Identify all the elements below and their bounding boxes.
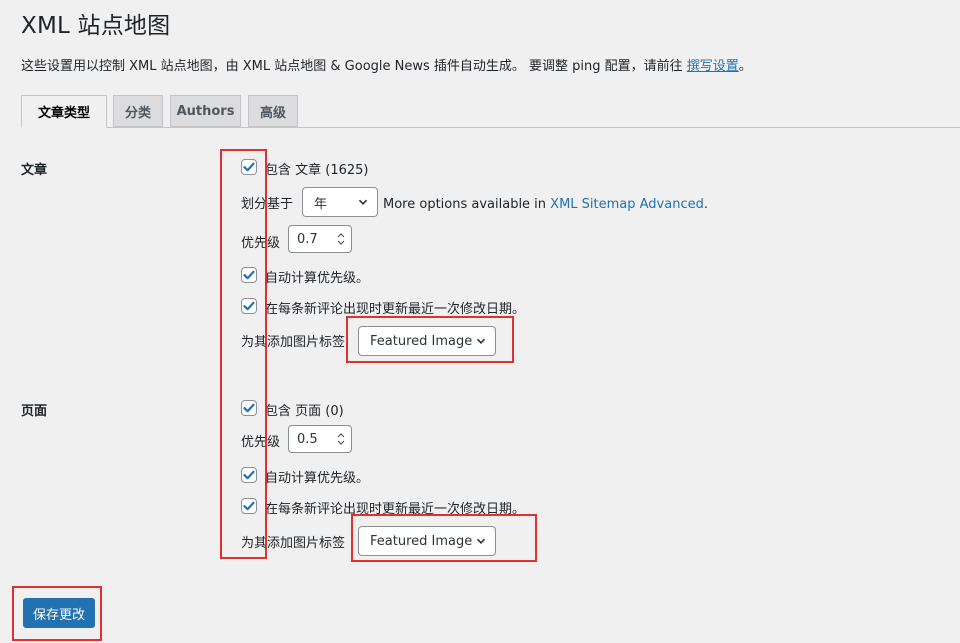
- pages-section-heading: 页面: [21, 404, 48, 419]
- checkmark-icon: [243, 403, 255, 413]
- save-changes-button[interactable]: 保存更改: [23, 598, 95, 628]
- pages-update-lastmod-checkbox[interactable]: [241, 498, 257, 514]
- tab-authors[interactable]: Authors: [170, 95, 241, 127]
- checkmark-icon: [243, 470, 255, 480]
- tab-advanced[interactable]: 高级: [248, 95, 298, 127]
- pages-image-tag-label: 为其添加图片标签: [241, 536, 346, 551]
- chevron-down-icon: [476, 538, 486, 544]
- pages-auto-priority-label: 自动计算优先级。: [265, 471, 370, 486]
- xml-sitemap-advanced-link[interactable]: XML Sitemap Advanced: [550, 197, 704, 212]
- pages-auto-priority-checkbox[interactable]: [241, 467, 257, 483]
- pages-image-tag-value: Featured Image: [370, 533, 473, 549]
- posts-priority-value: 0.7: [297, 231, 318, 247]
- posts-auto-priority-label: 自动计算优先级。: [265, 271, 370, 286]
- pages-image-tag-select[interactable]: Featured Image: [358, 526, 496, 556]
- pages-priority-input[interactable]: 0.5: [288, 425, 352, 453]
- posts-split-value: 年: [314, 196, 328, 212]
- checkmark-icon: [243, 162, 255, 172]
- description-text: 这些设置用以控制 XML 站点地图，由 XML 站点地图 & Google Ne…: [21, 59, 687, 74]
- spinner-arrows-icon[interactable]: [335, 430, 347, 448]
- chevron-down-icon: [358, 199, 368, 205]
- checkmark-icon: [243, 501, 255, 511]
- posts-update-lastmod-checkbox[interactable]: [241, 298, 257, 314]
- posts-update-lastmod-label: 在每条新评论出现时更新最近一次修改日期。: [265, 302, 526, 317]
- posts-priority-label: 优先级: [241, 236, 281, 251]
- posts-image-tag-value: Featured Image: [370, 333, 473, 349]
- pages-update-lastmod-label: 在每条新评论出现时更新最近一次修改日期。: [265, 502, 526, 517]
- pages-priority-value: 0.5: [297, 431, 318, 447]
- writing-settings-link[interactable]: 撰写设置: [687, 59, 739, 74]
- more-options-note: More options available in XML Sitemap Ad…: [383, 197, 708, 212]
- page-description: 这些设置用以控制 XML 站点地图，由 XML 站点地图 & Google Ne…: [21, 55, 752, 74]
- posts-split-label: 划分基于: [241, 197, 294, 212]
- checkmark-icon: [243, 270, 255, 280]
- tab-post-types[interactable]: 文章类型: [21, 95, 107, 128]
- posts-image-tag-select[interactable]: Featured Image: [358, 326, 496, 356]
- posts-split-select[interactable]: 年: [302, 187, 378, 217]
- tab-taxonomies[interactable]: 分类: [113, 95, 163, 127]
- posts-auto-priority-checkbox[interactable]: [241, 267, 257, 283]
- more-options-end: .: [703, 197, 708, 212]
- pages-include-label: 包含 页面 (0): [265, 404, 344, 419]
- posts-section-heading: 文章: [21, 163, 48, 178]
- posts-include-label: 包含 文章 (1625): [265, 163, 369, 178]
- description-suffix: 。: [738, 59, 752, 74]
- tabs-divider: [21, 127, 960, 128]
- more-options-text: More options available in: [383, 197, 551, 212]
- posts-include-checkbox[interactable]: [241, 159, 257, 175]
- chevron-down-icon: [476, 338, 486, 344]
- posts-image-tag-label: 为其添加图片标签: [241, 335, 346, 350]
- checkmark-icon: [243, 301, 255, 311]
- pages-include-checkbox[interactable]: [241, 400, 257, 416]
- spinner-arrows-icon[interactable]: [335, 230, 347, 248]
- page-title: XML 站点地图: [21, 13, 171, 39]
- pages-priority-label: 优先级: [241, 435, 281, 450]
- posts-priority-input[interactable]: 0.7: [288, 225, 352, 253]
